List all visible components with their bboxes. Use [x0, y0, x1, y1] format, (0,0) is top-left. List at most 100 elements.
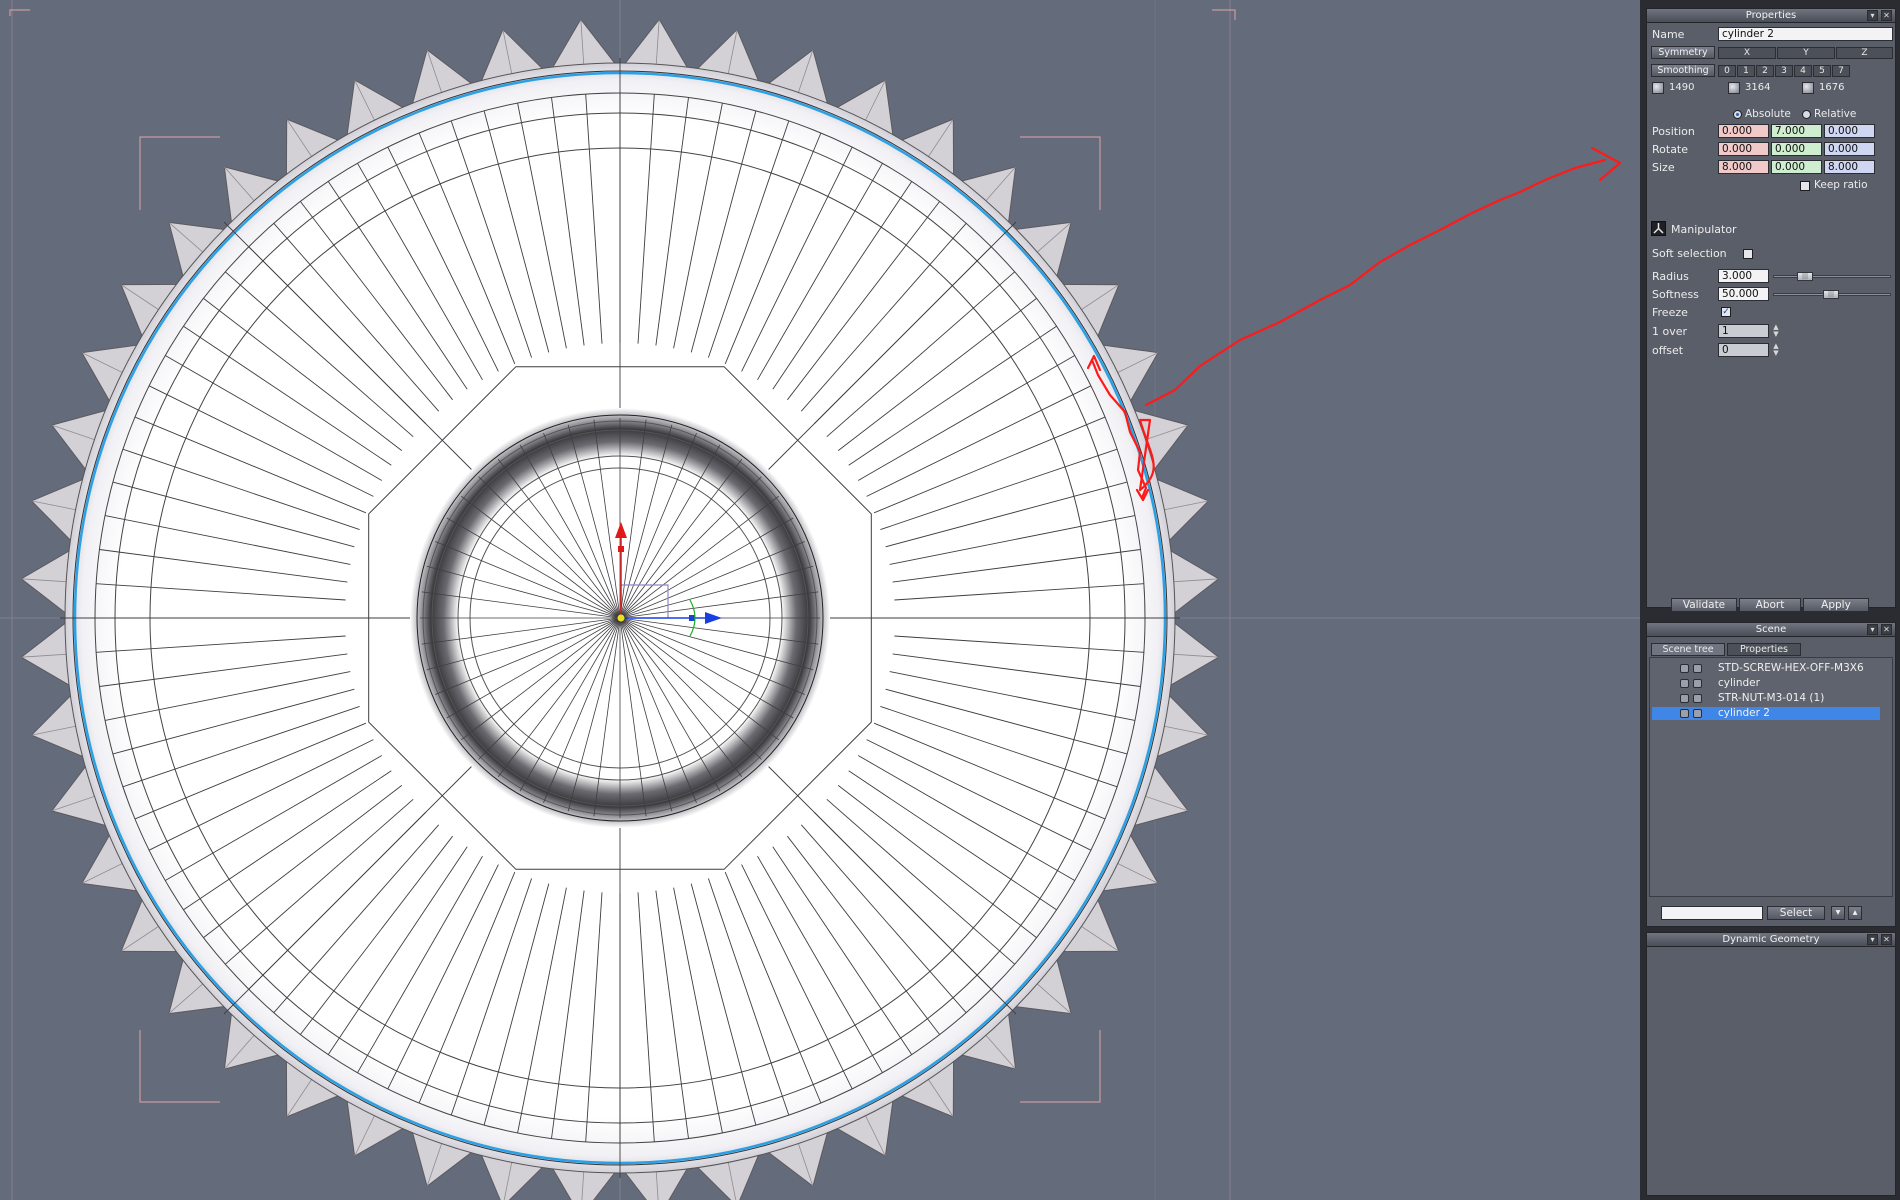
one-over-label: 1 over: [1652, 325, 1688, 338]
face-count-icon: [1802, 82, 1814, 94]
filter-up-icon[interactable]: ▴: [1848, 906, 1862, 920]
position-z-field[interactable]: 0.000: [1824, 124, 1875, 138]
absolute-label: Absolute: [1745, 108, 1791, 120]
close-icon[interactable]: ✕: [1881, 10, 1892, 21]
select-button[interactable]: Select: [1767, 906, 1825, 920]
radius-label: Radius: [1652, 270, 1689, 283]
face-count: 1676: [1819, 82, 1845, 93]
relative-label: Relative: [1814, 108, 1857, 120]
tree-item[interactable]: cylinder: [1652, 677, 1880, 690]
name-field[interactable]: cylinder 2: [1718, 27, 1893, 41]
scene-panel: Scene ▾ ✕ Scene tree Properties STD-SCRE…: [1646, 622, 1896, 927]
collapse-icon[interactable]: ▾: [1867, 934, 1878, 945]
softness-label: Softness: [1652, 288, 1699, 301]
keep-ratio-checkbox[interactable]: [1800, 181, 1810, 191]
close-icon[interactable]: ✕: [1881, 624, 1892, 635]
rotate-y-field[interactable]: 0.000: [1771, 142, 1822, 156]
smoothing-level-0[interactable]: 0: [1718, 65, 1736, 77]
collapse-icon[interactable]: ▾: [1867, 624, 1878, 635]
visibility-icon[interactable]: [1693, 679, 1702, 688]
lock-icon[interactable]: [1680, 709, 1689, 718]
tab-properties[interactable]: Properties: [1727, 643, 1801, 656]
apply-button[interactable]: Apply: [1803, 598, 1869, 612]
smoothing-level-7[interactable]: 7: [1832, 65, 1850, 77]
radius-slider[interactable]: [1773, 275, 1891, 278]
tree-item[interactable]: STR-NUT-M3-014 (1): [1652, 692, 1880, 705]
tree-item-label: cylinder: [1718, 677, 1760, 689]
absolute-radio[interactable]: [1733, 110, 1742, 119]
lock-icon[interactable]: [1680, 679, 1689, 688]
softness-field[interactable]: 50.000: [1718, 287, 1769, 301]
tab-scene-tree[interactable]: Scene tree: [1651, 643, 1725, 656]
scene-header[interactable]: Scene ▾ ✕: [1647, 623, 1895, 637]
name-label: Name: [1652, 28, 1685, 41]
validate-button[interactable]: Validate: [1671, 598, 1737, 612]
filter-down-icon[interactable]: ▾: [1831, 906, 1845, 920]
position-x-field[interactable]: 0.000: [1718, 124, 1769, 138]
softness-slider-thumb[interactable]: |||: [1823, 290, 1839, 299]
position-y-field[interactable]: 7.000: [1771, 124, 1822, 138]
manipulator-label: Manipulator: [1671, 223, 1737, 236]
close-icon[interactable]: ✕: [1881, 934, 1892, 945]
scene-title: Scene: [1755, 624, 1787, 635]
rotate-label: Rotate: [1652, 143, 1689, 156]
size-label: Size: [1652, 161, 1675, 174]
right-dock: Properties ▾ ✕ Name cylinder 2 Symmetry …: [1644, 0, 1900, 1200]
one-over-field[interactable]: 1: [1718, 324, 1769, 338]
dynamic-geometry-title: Dynamic Geometry: [1722, 934, 1820, 945]
tree-item-label: cylinder 2: [1718, 707, 1770, 719]
edge-count-icon: [1728, 82, 1740, 94]
dynamic-geometry-header[interactable]: Dynamic Geometry ▾ ✕: [1647, 933, 1895, 947]
offset-field[interactable]: 0: [1718, 343, 1769, 357]
offset-label: offset: [1652, 344, 1684, 357]
abort-button[interactable]: Abort: [1739, 598, 1801, 612]
size-y-field[interactable]: 0.000: [1771, 160, 1822, 174]
symmetry-button[interactable]: Symmetry: [1651, 46, 1715, 59]
vertex-count: 1490: [1669, 82, 1695, 93]
smoothing-level-2[interactable]: 2: [1756, 65, 1774, 77]
smoothing-level-4[interactable]: 4: [1794, 65, 1812, 77]
viewport-canvas[interactable]: [0, 0, 1640, 1200]
smoothing-level-1[interactable]: 1: [1737, 65, 1755, 77]
rotate-x-field[interactable]: 0.000: [1718, 142, 1769, 156]
symmetry-y-toggle[interactable]: Y: [1777, 47, 1835, 59]
radius-field[interactable]: 3.000: [1718, 269, 1769, 283]
vertex-count-icon: [1652, 82, 1664, 94]
properties-panel: Properties ▾ ✕ Name cylinder 2 Symmetry …: [1646, 8, 1896, 612]
edge-count: 3164: [1745, 82, 1771, 93]
size-x-field[interactable]: 8.000: [1718, 160, 1769, 174]
manipulator-icon[interactable]: [1651, 221, 1666, 236]
soft-selection-checkbox[interactable]: [1743, 249, 1753, 259]
radius-slider-thumb[interactable]: |||: [1797, 272, 1813, 281]
scene-tree[interactable]: STD-SCREW-HEX-OFF-M3X6 cylinder STR-NUT-…: [1649, 657, 1893, 897]
dynamic-geometry-panel: Dynamic Geometry ▾ ✕: [1646, 932, 1896, 1196]
position-label: Position: [1652, 125, 1695, 138]
offset-spinner-icon[interactable]: ▲ ▼: [1772, 343, 1780, 357]
rotate-z-field[interactable]: 0.000: [1824, 142, 1875, 156]
lock-icon[interactable]: [1680, 694, 1689, 703]
one-over-spinner-icon[interactable]: ▲ ▼: [1772, 324, 1780, 338]
size-z-field[interactable]: 8.000: [1824, 160, 1875, 174]
relative-radio[interactable]: [1802, 110, 1811, 119]
visibility-icon[interactable]: [1693, 664, 1702, 673]
soft-selection-label: Soft selection: [1652, 247, 1727, 260]
scene-search-input[interactable]: [1661, 906, 1763, 920]
lock-icon[interactable]: [1680, 664, 1689, 673]
smoothing-level-3[interactable]: 3: [1775, 65, 1793, 77]
symmetry-z-toggle[interactable]: Z: [1836, 47, 1893, 59]
freeze-checkbox[interactable]: ✓: [1721, 307, 1731, 317]
properties-header[interactable]: Properties ▾ ✕: [1647, 9, 1895, 23]
tree-item-label: STD-SCREW-HEX-OFF-M3X6: [1718, 662, 1864, 674]
tree-item-selected[interactable]: cylinder 2: [1652, 707, 1880, 720]
3d-viewport[interactable]: [0, 0, 1640, 1200]
smoothing-level-5[interactable]: 5: [1813, 65, 1831, 77]
keep-ratio-label: Keep ratio: [1814, 179, 1868, 191]
visibility-icon[interactable]: [1693, 694, 1702, 703]
visibility-icon[interactable]: [1693, 709, 1702, 718]
tree-item[interactable]: STD-SCREW-HEX-OFF-M3X6: [1652, 662, 1880, 675]
collapse-icon[interactable]: ▾: [1867, 10, 1878, 21]
smoothing-button[interactable]: Smoothing: [1651, 64, 1715, 77]
tree-item-label: STR-NUT-M3-014 (1): [1718, 692, 1825, 704]
symmetry-x-toggle[interactable]: X: [1718, 47, 1776, 59]
freeze-label: Freeze: [1652, 306, 1688, 319]
